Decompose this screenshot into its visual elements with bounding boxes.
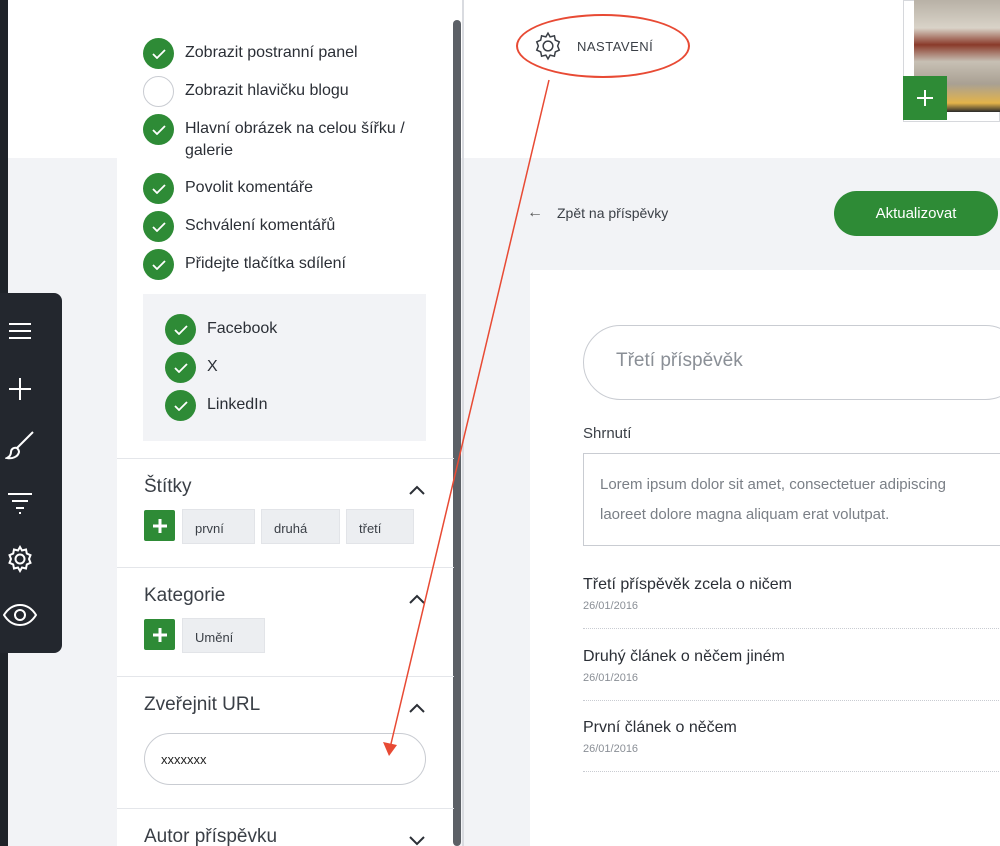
post-divider — [583, 771, 1000, 772]
checkmark-icon[interactable] — [143, 249, 174, 280]
url-input[interactable] — [144, 733, 426, 785]
checkmark-icon[interactable] — [143, 114, 174, 145]
menu-icon[interactable] — [0, 311, 40, 351]
filter-icon[interactable] — [0, 483, 40, 523]
tags-section-title[interactable]: Štítky — [144, 476, 192, 498]
option-label: Povolit komentáře — [185, 179, 314, 196]
plus-icon — [152, 627, 167, 642]
summary-label: Shrnutí — [583, 425, 632, 442]
annotation-ellipse — [516, 14, 690, 78]
brush-icon[interactable] — [0, 425, 40, 465]
post-date: 26/01/2016 — [583, 600, 639, 612]
checkmark-icon[interactable] — [143, 173, 174, 204]
gear-icon[interactable] — [0, 539, 40, 579]
checkmark-icon[interactable] — [165, 314, 196, 345]
post-title: První článek o něčem — [583, 719, 737, 736]
update-button[interactable]: Aktualizovat — [834, 191, 998, 236]
plus-icon[interactable] — [0, 369, 40, 409]
chevron-down-icon[interactable] — [408, 834, 426, 846]
option-label: LinkedIn — [207, 396, 268, 413]
panel-scrollbar[interactable] — [453, 20, 461, 846]
checkmark-icon[interactable] — [165, 352, 196, 383]
eye-icon[interactable] — [0, 595, 40, 635]
section-divider — [117, 676, 454, 677]
empty-checkbox-icon[interactable] — [143, 76, 174, 107]
chevron-up-icon[interactable] — [408, 483, 426, 495]
plus-icon — [917, 90, 933, 106]
add-image-button[interactable] — [903, 76, 947, 120]
option-label: Facebook — [207, 320, 278, 337]
summary-line: laoreet dolore magna aliquam erat volutp… — [600, 506, 890, 523]
arrow-left-icon: ← — [527, 204, 543, 221]
checkmark-icon[interactable] — [143, 211, 174, 242]
back-link-label: Zpět na příspěvky — [557, 205, 669, 221]
post-list-item[interactable]: Druhý článek o něčem jiném 26/01/2016 — [583, 648, 1000, 684]
post-title: Druhý článek o něčem jiném — [583, 648, 785, 665]
panel-divider — [462, 0, 464, 846]
tag-chip[interactable]: první — [182, 509, 255, 544]
option-comment-approval[interactable]: Schválení komentářů — [143, 211, 335, 242]
option-label: Zobrazit postranní panel — [185, 44, 358, 61]
back-to-posts-link[interactable]: ← Zpět na příspěvky — [527, 204, 668, 222]
chevron-up-icon[interactable] — [408, 701, 426, 713]
add-category-button[interactable] — [144, 619, 175, 650]
post-date: 26/01/2016 — [583, 672, 639, 684]
option-allow-comments[interactable]: Povolit komentáře — [143, 173, 313, 204]
option-full-width-image[interactable]: Hlavní obrázek na celou šířku / galerie — [143, 114, 425, 162]
section-divider — [117, 567, 454, 568]
post-list-item[interactable]: První článek o něčem 26/01/2016 — [583, 719, 1000, 755]
tag-chip[interactable]: třetí — [346, 509, 414, 544]
summary-textarea[interactable]: Lorem ipsum dolor sit amet, consectetuer… — [583, 453, 1000, 546]
option-show-sidebar[interactable]: Zobrazit postranní panel — [143, 38, 358, 69]
post-title-field[interactable]: Třetí příspěvěk — [583, 325, 1000, 400]
author-section-title[interactable]: Autor příspěvku — [144, 826, 277, 846]
categories-section-title[interactable]: Kategorie — [144, 585, 225, 607]
summary-line: Lorem ipsum dolor sit amet, consectetuer… — [600, 476, 946, 493]
share-option-linkedin[interactable]: LinkedIn — [165, 390, 268, 421]
post-title: Třetí příspěvěk zcela o ničem — [583, 576, 792, 593]
share-option-x[interactable]: X — [165, 352, 218, 383]
section-divider — [117, 808, 454, 809]
post-divider — [583, 628, 1000, 629]
option-label: X — [207, 358, 218, 375]
post-date: 26/01/2016 — [583, 743, 639, 755]
checkmark-icon[interactable] — [165, 390, 196, 421]
option-label: Hlavní obrázek na celou šířku / galerie — [185, 120, 405, 159]
share-option-facebook[interactable]: Facebook — [165, 314, 277, 345]
add-tag-button[interactable] — [144, 510, 175, 541]
option-label: Přidejte tlačítka sdílení — [185, 255, 346, 272]
option-label: Zobrazit hlavičku blogu — [185, 82, 349, 99]
chevron-up-icon[interactable] — [408, 592, 426, 604]
url-section-title[interactable]: Zveřejnit URL — [144, 694, 260, 716]
section-divider — [117, 458, 454, 459]
option-show-blog-header[interactable]: Zobrazit hlavičku blogu — [143, 76, 349, 107]
post-list-item[interactable]: Třetí příspěvěk zcela o ničem 26/01/2016 — [583, 576, 1000, 612]
checkmark-icon[interactable] — [143, 38, 174, 69]
option-share-buttons[interactable]: Přidejte tlačítka sdílení — [143, 249, 346, 280]
editor-toolbar — [0, 293, 62, 653]
category-chip[interactable]: Umění — [182, 618, 265, 653]
plus-icon — [152, 518, 167, 533]
option-label: Schválení komentářů — [185, 217, 336, 234]
post-divider — [583, 700, 1000, 701]
tag-chip[interactable]: druhá — [261, 509, 340, 544]
